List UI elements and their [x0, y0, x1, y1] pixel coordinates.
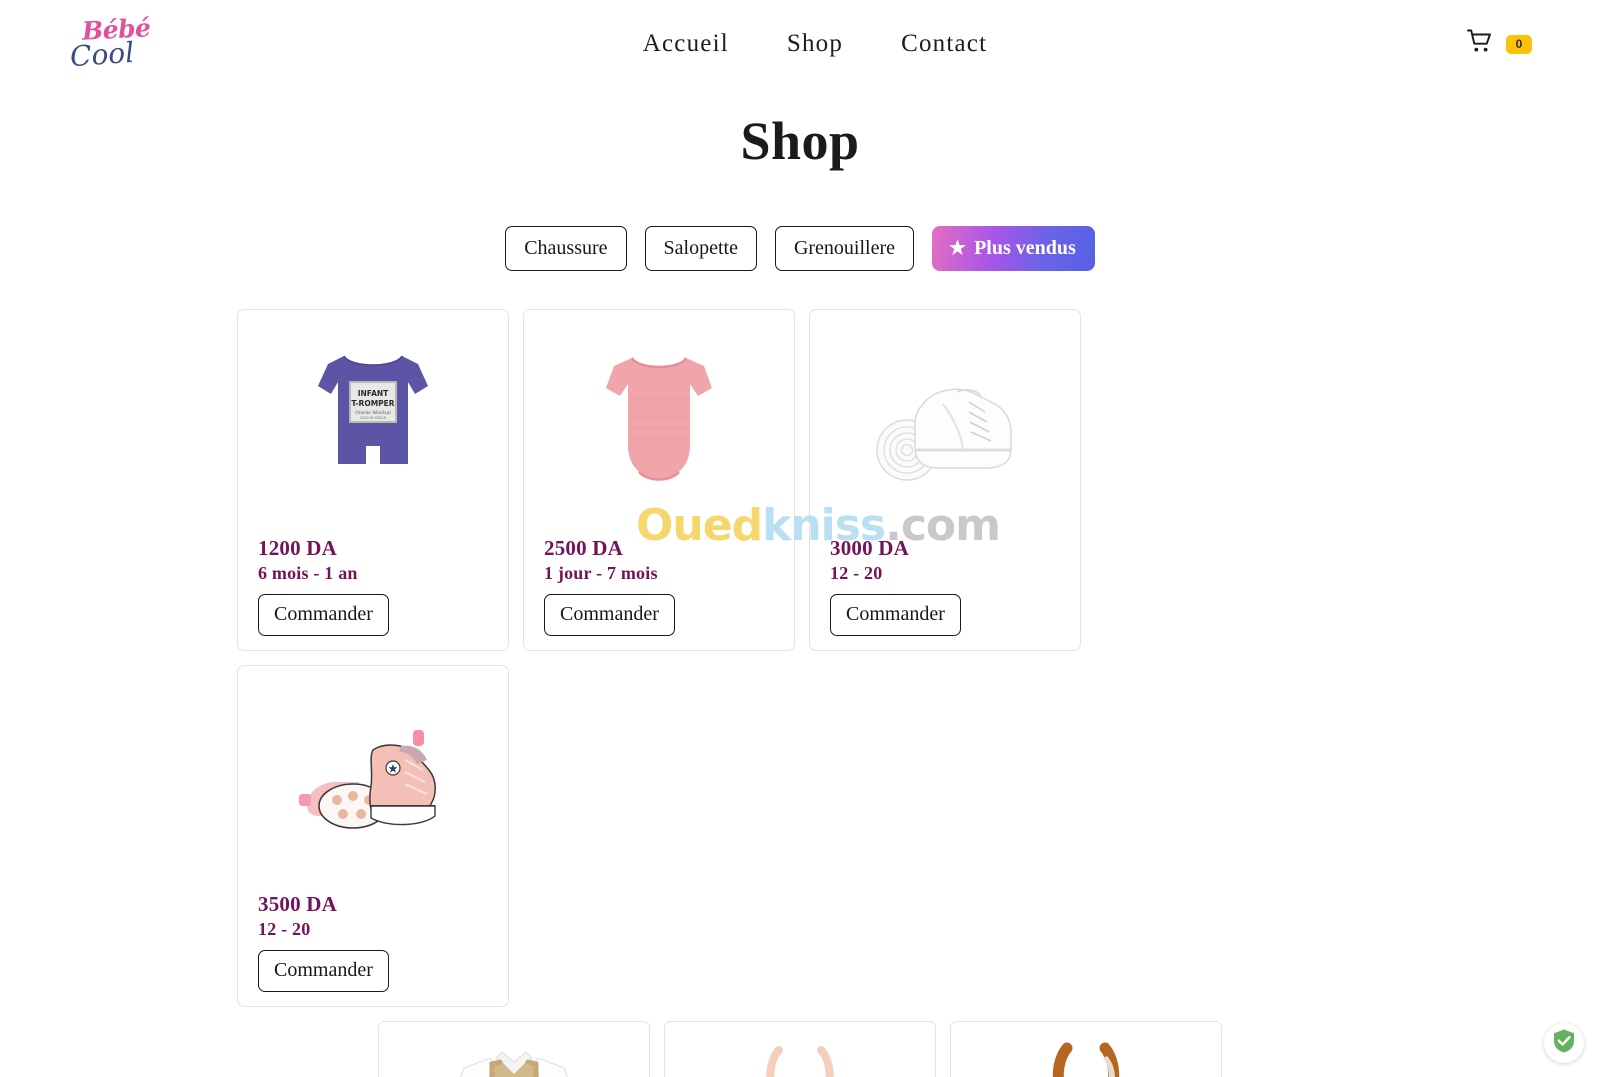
- svg-text:T-ROMPER: T-ROMPER: [351, 399, 394, 408]
- bebe-cool-logo[interactable]: Bébé Cool: [68, 13, 156, 75]
- logo-text-cool: Cool: [68, 35, 136, 74]
- order-button[interactable]: Commander: [258, 594, 389, 636]
- cart-area[interactable]: 0: [1370, 29, 1560, 59]
- product-image-white-baby-sneakers: [820, 322, 1070, 520]
- svg-text:INFANT: INFANT: [358, 389, 389, 398]
- product-grid-row-1: INFANT T-ROMPER Onesie Mockup DESIGN SPA…: [237, 309, 1363, 1007]
- nav-item-accueil[interactable]: Accueil: [643, 30, 729, 58]
- product-card[interactable]: 3500 DA 12 - 20 Commander: [237, 665, 509, 1007]
- main-navigation: Accueil Shop Contact: [260, 30, 1370, 58]
- product-age-range: 12 - 20: [830, 563, 883, 583]
- product-price: 2500 DA: [544, 536, 623, 560]
- order-button[interactable]: Commander: [830, 594, 961, 636]
- product-card[interactable]: 2500 DA 1 jour - 7 mois Commander: [523, 309, 795, 651]
- product-price: 3500 DA: [258, 892, 337, 916]
- order-button[interactable]: Commander: [544, 594, 675, 636]
- nav-item-shop[interactable]: Shop: [787, 30, 843, 58]
- product-image-pink-baby-sneakers: [248, 678, 498, 876]
- cart-count-badge: 0: [1506, 34, 1532, 54]
- category-filter-bar: Chaussure Salopette Grenouillere ★ Plus …: [0, 226, 1600, 271]
- product-age-range: 6 mois - 1 an: [258, 563, 358, 583]
- product-image-brown-corduroy-overalls: [961, 1034, 1211, 1077]
- site-header: Bébé Cool Accueil Shop Contact 0: [0, 0, 1600, 88]
- product-image-pink-bodysuit: [534, 322, 784, 520]
- product-price: 1200 DA: [258, 536, 337, 560]
- product-image-beige-overalls-white-shirt: [389, 1034, 639, 1077]
- order-button[interactable]: Commander: [258, 950, 389, 992]
- logo-wrapper: Bébé Cool: [68, 13, 260, 75]
- product-price: 3000 DA: [830, 536, 909, 560]
- product-image-purple-infant-romper: INFANT T-ROMPER Onesie Mockup DESIGN SPA…: [248, 322, 498, 520]
- product-age-range: 1 jour - 7 mois: [544, 563, 658, 583]
- product-image-peach-ruffle-overalls: [675, 1034, 925, 1077]
- adguard-shield-badge[interactable]: [1544, 1023, 1584, 1063]
- star-icon: ★: [949, 237, 967, 259]
- shopping-cart-icon[interactable]: [1467, 29, 1494, 59]
- shop-page: Bébé Cool Accueil Shop Contact 0 Shop Ch…: [0, 0, 1600, 1077]
- filter-plus-vendus-label: Plus vendus: [974, 237, 1076, 259]
- filter-plus-vendus[interactable]: ★ Plus vendus: [932, 226, 1095, 271]
- page-title: Shop: [740, 111, 860, 171]
- filter-grenouillere[interactable]: Grenouillere: [774, 226, 915, 271]
- nav-item-contact[interactable]: Contact: [901, 30, 987, 58]
- filter-chaussure[interactable]: Chaussure: [505, 226, 627, 271]
- product-card[interactable]: 3000 DA 12 - 20 Commander: [809, 309, 1081, 651]
- product-card[interactable]: 4000 DA 2 mois - 7 mois Commander: [378, 1021, 650, 1077]
- product-card[interactable]: INFANT T-ROMPER Onesie Mockup DESIGN SPA…: [237, 309, 509, 651]
- product-grid-row-2: 4000 DA 2 mois - 7 mois Commander: [237, 1021, 1363, 1077]
- shield-check-icon: [1552, 1028, 1576, 1059]
- product-card[interactable]: 5000 DA 5 mois - 1 an Commander: [664, 1021, 936, 1077]
- product-card[interactable]: 5000 DA 1 an - 3 ans Commander: [950, 1021, 1222, 1077]
- svg-text:DESIGN SPACE: DESIGN SPACE: [360, 416, 386, 420]
- product-age-range: 12 - 20: [258, 919, 311, 939]
- filter-salopette[interactable]: Salopette: [644, 226, 757, 271]
